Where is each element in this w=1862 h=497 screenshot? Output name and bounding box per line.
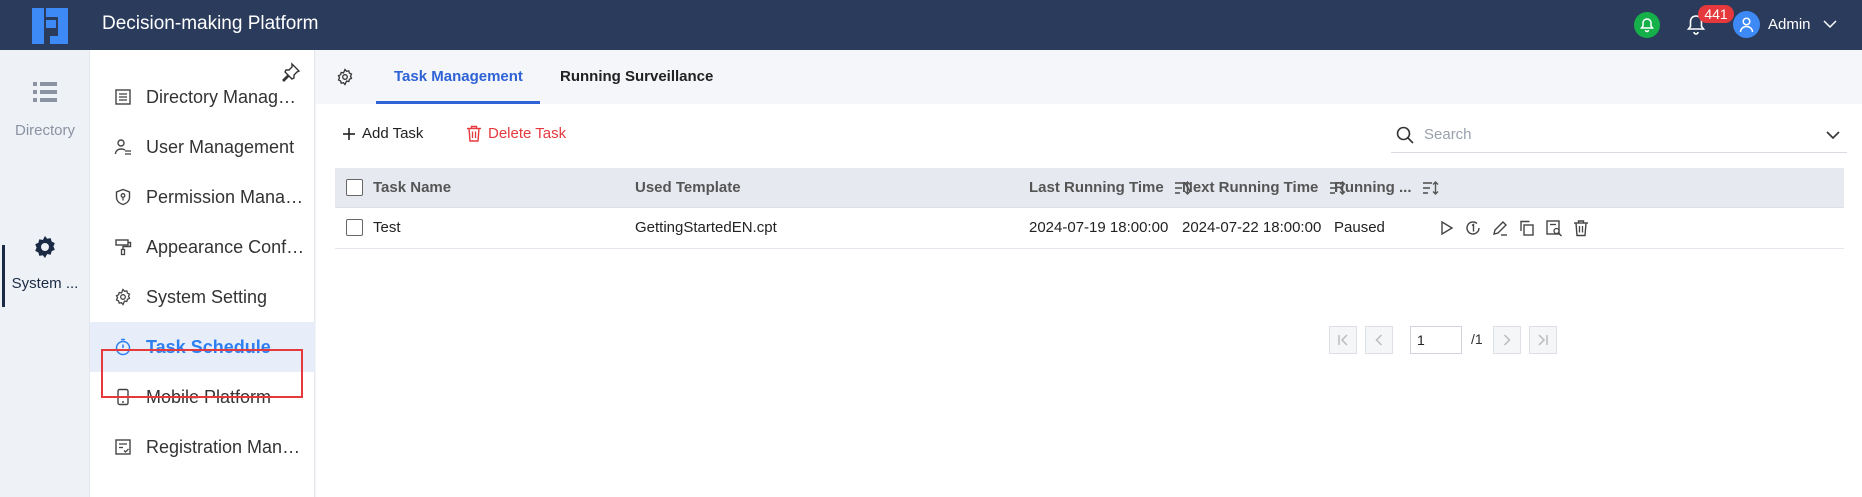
sidebar-item-system-setting[interactable]: System Setting — [90, 272, 315, 322]
column-header-used-template[interactable]: Used Template — [635, 168, 741, 208]
page-total: /1 — [1471, 331, 1483, 347]
sidebar-item-directory-management[interactable]: Directory Management — [90, 72, 315, 122]
sidebar-item-label: Appearance Configuration — [146, 236, 306, 257]
user-name[interactable]: Admin — [1768, 16, 1811, 33]
edit-icon[interactable] — [1491, 219, 1509, 237]
paint-roller-icon — [115, 239, 132, 256]
copy-icon[interactable] — [1518, 219, 1536, 237]
prev-page-button[interactable] — [1365, 326, 1393, 354]
row-checkbox[interactable] — [346, 219, 363, 236]
sidebar-item-mobile-platform[interactable]: Mobile Platform — [90, 372, 315, 422]
plus-icon — [343, 127, 355, 140]
search-icon — [1396, 126, 1414, 144]
column-header-task-name[interactable]: Task Name — [373, 168, 451, 208]
play-icon[interactable] — [1437, 219, 1455, 237]
sidebar-menu: Directory Management User Management Per… — [90, 50, 315, 497]
sidebar-item-label: User Management — [146, 136, 295, 157]
user-icon — [114, 139, 131, 155]
sort-icon[interactable] — [1422, 180, 1439, 196]
sidebar-item-registration-management[interactable]: Registration Management — [90, 422, 315, 472]
rail-item-label: Directory — [14, 122, 75, 139]
gear-icon — [35, 236, 55, 258]
chevron-left-icon — [1375, 334, 1383, 346]
sidebar-item-task-schedule[interactable]: Task Schedule — [90, 322, 315, 372]
search-input[interactable] — [1424, 126, 1804, 143]
list-icon — [33, 82, 57, 102]
search-box — [1391, 117, 1847, 153]
delete-task-button[interactable]: Delete Task — [466, 125, 566, 142]
top-header: Decision-making Platform 441 Admin — [0, 0, 1862, 50]
rail-item-directory[interactable]: Directory — [0, 80, 90, 139]
sidebar-item-permission-management[interactable]: Permission Management — [90, 172, 315, 222]
sidebar-item-label: Permission Management — [146, 186, 306, 207]
cell-task-name: Test — [373, 219, 401, 236]
chevron-down-icon[interactable] — [1825, 127, 1841, 143]
last-page-button[interactable] — [1529, 326, 1557, 354]
column-header-next-running-time[interactable]: Next Running Time — [1182, 168, 1346, 208]
notification-badge: 441 — [1698, 5, 1734, 23]
column-header-running-status[interactable]: Running ... — [1334, 168, 1439, 208]
mobile-icon — [117, 388, 129, 406]
sidebar-item-label: System Setting — [146, 286, 268, 307]
trash-icon[interactable] — [1572, 219, 1590, 237]
tab-task-management[interactable]: Task Management — [394, 68, 523, 85]
page-number-input[interactable] — [1410, 326, 1462, 354]
settings-gear-icon[interactable] — [336, 68, 354, 86]
left-rail: Directory System ... — [0, 50, 90, 497]
column-header-label: Running ... — [1334, 179, 1412, 196]
rail-item-label: System ... — [11, 275, 79, 292]
select-all-checkbox[interactable] — [346, 179, 363, 196]
table-header: Task Name Used Template Last Running Tim… — [335, 168, 1844, 208]
view-log-icon[interactable] — [1545, 219, 1563, 237]
column-header-last-running-time[interactable]: Last Running Time — [1029, 168, 1191, 208]
table-row[interactable]: Test GettingStartedEN.cpt 2024-07-19 18:… — [335, 208, 1844, 249]
task-table: Task Name Used Template Last Running Tim… — [335, 168, 1844, 249]
cell-used-template: GettingStartedEN.cpt — [635, 219, 777, 236]
avatar[interactable] — [1733, 11, 1760, 38]
shield-icon — [115, 188, 131, 206]
notification-green-bell-icon[interactable] — [1634, 12, 1660, 38]
sidebar-item-label: Registration Management — [146, 436, 306, 457]
column-header-label: Next Running Time — [1182, 179, 1319, 196]
cell-running-status: Paused — [1334, 219, 1385, 236]
sidebar-item-label: Directory Management — [146, 86, 306, 107]
app-title: Decision-making Platform — [102, 13, 319, 34]
registration-icon — [115, 439, 131, 455]
first-page-icon — [1338, 334, 1348, 346]
timer-icon — [115, 338, 131, 356]
first-page-button[interactable] — [1329, 326, 1357, 354]
add-task-button[interactable]: Add Task — [342, 125, 423, 142]
sidebar-item-label: Mobile Platform — [146, 386, 272, 407]
cell-next-running-time: 2024-07-22 18:00:00 — [1182, 219, 1322, 236]
app-logo[interactable] — [30, 4, 72, 46]
directory-icon — [115, 89, 131, 105]
sidebar-item-user-management[interactable]: User Management — [90, 122, 315, 172]
chevron-down-icon[interactable] — [1822, 16, 1838, 32]
sidebar-item-appearance-configuration[interactable]: Appearance Configuration — [90, 222, 315, 272]
delete-task-label: Delete Task — [488, 125, 567, 142]
sidebar-item-label: Task Schedule — [146, 336, 271, 357]
row-actions — [1437, 219, 1599, 237]
column-header-label: Last Running Time — [1029, 179, 1164, 196]
last-page-icon — [1538, 334, 1548, 346]
run-once-icon[interactable] — [1464, 219, 1482, 237]
next-page-button[interactable] — [1493, 326, 1521, 354]
tab-running-surveillance[interactable]: Running Surveillance — [560, 68, 713, 85]
rail-item-system[interactable]: System ... — [0, 233, 90, 292]
chevron-right-icon — [1503, 334, 1511, 346]
main-content: Add Task Delete Task Task Name Used Temp… — [316, 104, 1862, 497]
cell-last-running-time: 2024-07-19 18:00:00 — [1029, 219, 1169, 236]
gear-icon — [115, 288, 131, 306]
trash-icon — [467, 125, 481, 142]
add-task-label: Add Task — [362, 125, 424, 142]
tab-bar: Task Management Running Surveillance — [316, 50, 1862, 104]
